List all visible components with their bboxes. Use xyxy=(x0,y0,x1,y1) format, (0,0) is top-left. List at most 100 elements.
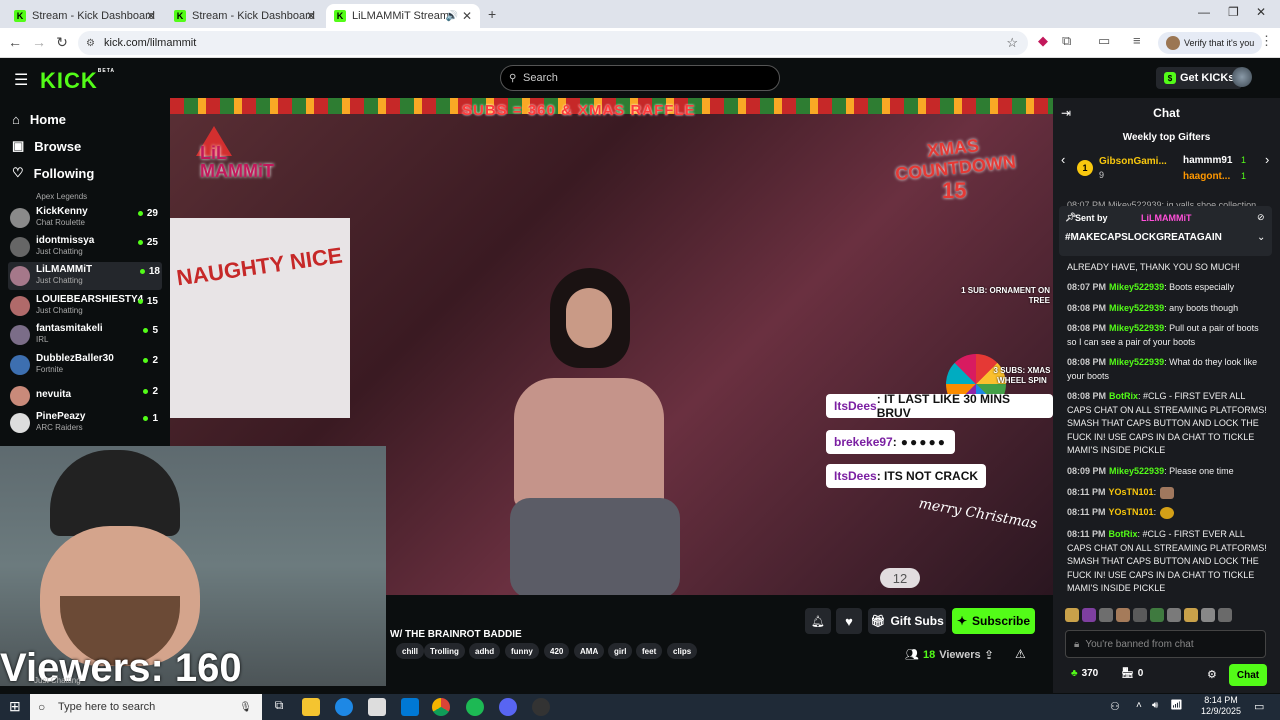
message-user[interactable]: Mikey522939 xyxy=(1109,323,1164,333)
chat-input-banned[interactable]: 🔒︎ You're banned from chat xyxy=(1065,630,1266,658)
speaker-icon[interactable]: 🔊 xyxy=(446,11,458,22)
back-icon[interactable]: ← xyxy=(5,34,25,50)
sidebar-channel[interactable]: nevuita 2 xyxy=(10,382,160,410)
message-user[interactable]: Mikey522939 xyxy=(1109,303,1164,313)
tray-chevron-icon[interactable]: ˄ xyxy=(1136,700,1142,711)
store-balance[interactable]: 🏪︎ 0 xyxy=(1121,668,1143,679)
sidebar-channel[interactable]: PinePeazy ARC Raiders 1 xyxy=(10,409,160,437)
tag[interactable]: chill xyxy=(396,643,425,659)
chevron-down-icon[interactable]: ⌄ xyxy=(1257,232,1265,243)
message-user[interactable]: BotRix xyxy=(1109,391,1138,401)
sidebar-channel[interactable]: idontmissya Just Chatting 25 xyxy=(10,233,160,261)
emote-icon[interactable] xyxy=(1082,608,1096,622)
unpin-icon[interactable]: ⊘ xyxy=(1257,212,1265,223)
close-tab-icon[interactable]: ✕ xyxy=(306,9,316,23)
nav-following[interactable]: ♡ Following xyxy=(12,165,94,181)
emote-icon[interactable] xyxy=(1065,608,1079,622)
emote-icon[interactable] xyxy=(1218,608,1232,622)
url-bar[interactable]: ⚙ kick.com/lilmammit ☆ xyxy=(78,31,1028,55)
chevron-right-icon[interactable]: › xyxy=(1265,152,1269,167)
emote-icon[interactable] xyxy=(1150,608,1164,622)
sidebar-channel[interactable]: KickKenny Chat Roulette 29 xyxy=(10,204,160,232)
sidebar-channel[interactable]: fantasmitakeli IRL 5 xyxy=(10,321,160,349)
chrome-icon[interactable] xyxy=(432,698,450,716)
sidebar-channel[interactable]: LOUIEBEARSHIESTY4 Just Chatting 15 xyxy=(10,292,160,320)
forward-icon[interactable]: → xyxy=(29,34,49,50)
gift-subs-button[interactable]: 🎁︎ Gift Subs xyxy=(868,608,946,634)
message-user[interactable]: Mikey522939 xyxy=(1109,282,1164,292)
get-kicks-button[interactable]: $ Get KICKs xyxy=(1156,67,1243,89)
emote-icon[interactable] xyxy=(1184,608,1198,622)
tag[interactable]: adhd xyxy=(469,643,501,659)
tag[interactable]: 420 xyxy=(544,643,570,659)
subscribe-button[interactable]: ✦ Subscribe xyxy=(952,608,1035,634)
discord-icon[interactable] xyxy=(499,698,517,716)
mail-icon[interactable] xyxy=(401,698,419,716)
emote-icon[interactable] xyxy=(1116,608,1130,622)
emote-icon[interactable] xyxy=(1167,608,1181,622)
tag[interactable]: girl xyxy=(608,643,633,659)
message-user[interactable]: YOsTN101 xyxy=(1109,507,1154,517)
nav-home[interactable]: ⌂ Home xyxy=(12,112,66,127)
message-user[interactable]: Mikey522939 xyxy=(1109,466,1164,476)
restore-icon[interactable]: ❐ xyxy=(1228,5,1239,19)
tag[interactable]: Trolling xyxy=(424,643,465,659)
extensions-icon[interactable]: ⧉ xyxy=(1062,33,1071,49)
people-icon[interactable]: ⚇ xyxy=(1110,700,1120,713)
app-icon[interactable] xyxy=(532,698,550,716)
volume-icon[interactable]: 🔊︎ xyxy=(1152,700,1158,711)
edge-icon[interactable] xyxy=(335,698,353,716)
browser-tab[interactable]: K Stream - Kick Dashboard ✕ xyxy=(166,4,324,28)
tag[interactable]: AMA xyxy=(574,643,605,659)
windows-start-icon[interactable]: ⊞ xyxy=(9,698,21,715)
task-view-icon[interactable]: ⧉ xyxy=(270,698,288,716)
settings-gear-icon[interactable]: ⚙ xyxy=(1207,668,1217,681)
store-app-icon[interactable] xyxy=(368,698,386,716)
emote-icon[interactable] xyxy=(1201,608,1215,622)
emote-icon[interactable] xyxy=(1099,608,1113,622)
spotify-icon[interactable] xyxy=(466,698,484,716)
close-tab-icon[interactable]: ✕ xyxy=(462,9,472,23)
bookmark-star-icon[interactable]: ☆ xyxy=(1006,35,1018,51)
search-input[interactable]: ⚲ Search xyxy=(500,65,780,91)
browser-tab[interactable]: K Stream - Kick Dashboard ✕ xyxy=(6,4,164,28)
report-icon[interactable]: ⚠ xyxy=(1015,647,1026,661)
window-close-icon[interactable]: ✕ xyxy=(1256,5,1266,19)
nav-browse[interactable]: ▣ Browse xyxy=(12,138,81,154)
follow-button[interactable]: ♥ xyxy=(836,608,862,634)
tag[interactable]: feet xyxy=(636,643,663,659)
file-explorer-icon[interactable] xyxy=(302,698,320,716)
chevron-left-icon[interactable]: ‹ xyxy=(1061,152,1065,167)
verify-profile-button[interactable]: Verify that it's you xyxy=(1158,32,1263,54)
taskbar-clock[interactable]: 8:14 PM 12/9/2025 xyxy=(1196,695,1246,717)
message-user[interactable]: Mikey522939 xyxy=(1109,357,1164,367)
kick-logo[interactable]: KICKBETA xyxy=(40,68,115,94)
sidebar-channel-active[interactable]: LiLMAMMiT Just Chatting 18 xyxy=(8,262,162,290)
tag[interactable]: clips xyxy=(667,643,698,659)
cast-icon[interactable]: ▭ xyxy=(1098,33,1110,49)
emote-icon[interactable] xyxy=(1133,608,1147,622)
pinned-message[interactable]: 📌︎ Sent by LiLMAMMiT ⊘ #MAKECAPSLOCKGREA… xyxy=(1059,206,1272,256)
site-info-icon[interactable]: ⚙ xyxy=(86,38,95,49)
tag[interactable]: funny xyxy=(505,643,539,659)
browser-menu-icon[interactable]: ⋮ xyxy=(1260,33,1273,49)
browser-tab-active[interactable]: K LiLMAMMiT Stream - Watch 🔊 ✕ xyxy=(326,4,480,28)
share-icon[interactable]: ⇪ xyxy=(984,648,994,662)
hamburger-menu-icon[interactable]: ☰ xyxy=(14,70,28,90)
notification-bell-button[interactable]: 🔔︎ xyxy=(805,608,831,634)
extension-shield-icon[interactable]: ◆ xyxy=(1038,33,1048,49)
minimize-icon[interactable]: — xyxy=(1198,5,1210,19)
message-user[interactable]: YOsTN101 xyxy=(1109,487,1154,497)
network-icon[interactable]: 📶︎ xyxy=(1170,700,1183,711)
message-user[interactable]: BotRix xyxy=(1109,529,1138,539)
reading-list-icon[interactable]: ≡ xyxy=(1133,33,1141,48)
sidebar-channel[interactable]: DubblezBaller30 Fortnite 2 xyxy=(10,351,160,379)
user-avatar[interactable] xyxy=(1232,67,1252,87)
new-tab-icon[interactable]: + xyxy=(488,6,496,22)
taskbar-search-input[interactable]: ○ Type here to search 🎙︎ xyxy=(30,694,262,720)
chat-send-button[interactable]: Chat xyxy=(1229,664,1267,686)
close-tab-icon[interactable]: ✕ xyxy=(146,9,156,23)
reload-icon[interactable]: ↻ xyxy=(52,34,72,51)
kicks-balance[interactable]: ♣ 370 xyxy=(1071,668,1098,679)
microphone-icon[interactable]: 🎙︎ xyxy=(239,702,252,713)
